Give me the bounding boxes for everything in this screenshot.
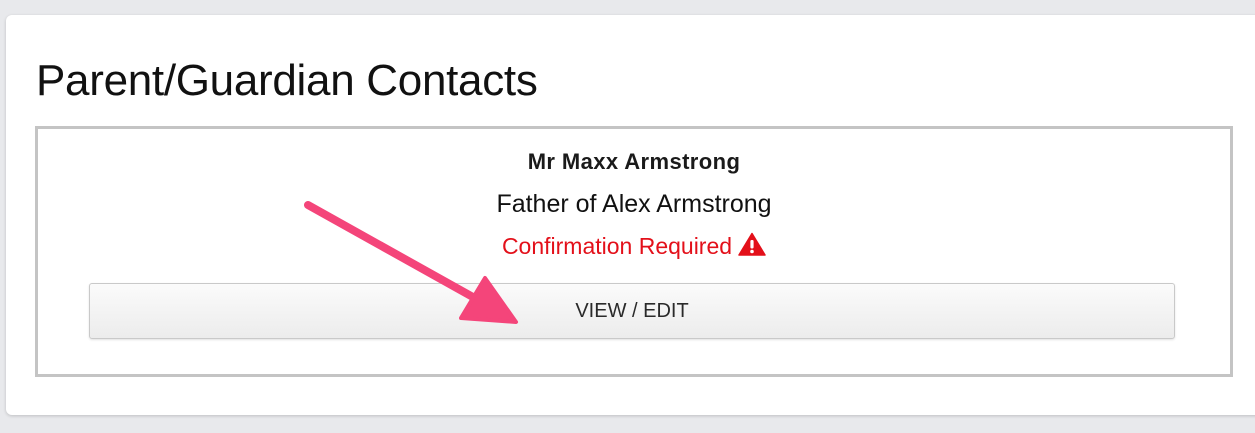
warning-triangle-icon bbox=[738, 232, 766, 256]
contact-relation: Father of Alex Armstrong bbox=[496, 190, 772, 218]
view-edit-button[interactable]: VIEW / EDIT bbox=[89, 283, 1175, 339]
confirmation-status: Confirmation Required bbox=[38, 232, 1230, 260]
page-title: Parent/Guardian Contacts bbox=[36, 56, 538, 105]
contact-name: Mr Maxx Armstrong bbox=[527, 149, 741, 174]
status-text: Confirmation Required bbox=[501, 233, 733, 259]
contact-card: Mr Maxx Armstrong Father of Alex Armstro… bbox=[35, 126, 1233, 377]
contacts-panel: Parent/Guardian Contacts Mr Maxx Armstro… bbox=[6, 15, 1255, 415]
